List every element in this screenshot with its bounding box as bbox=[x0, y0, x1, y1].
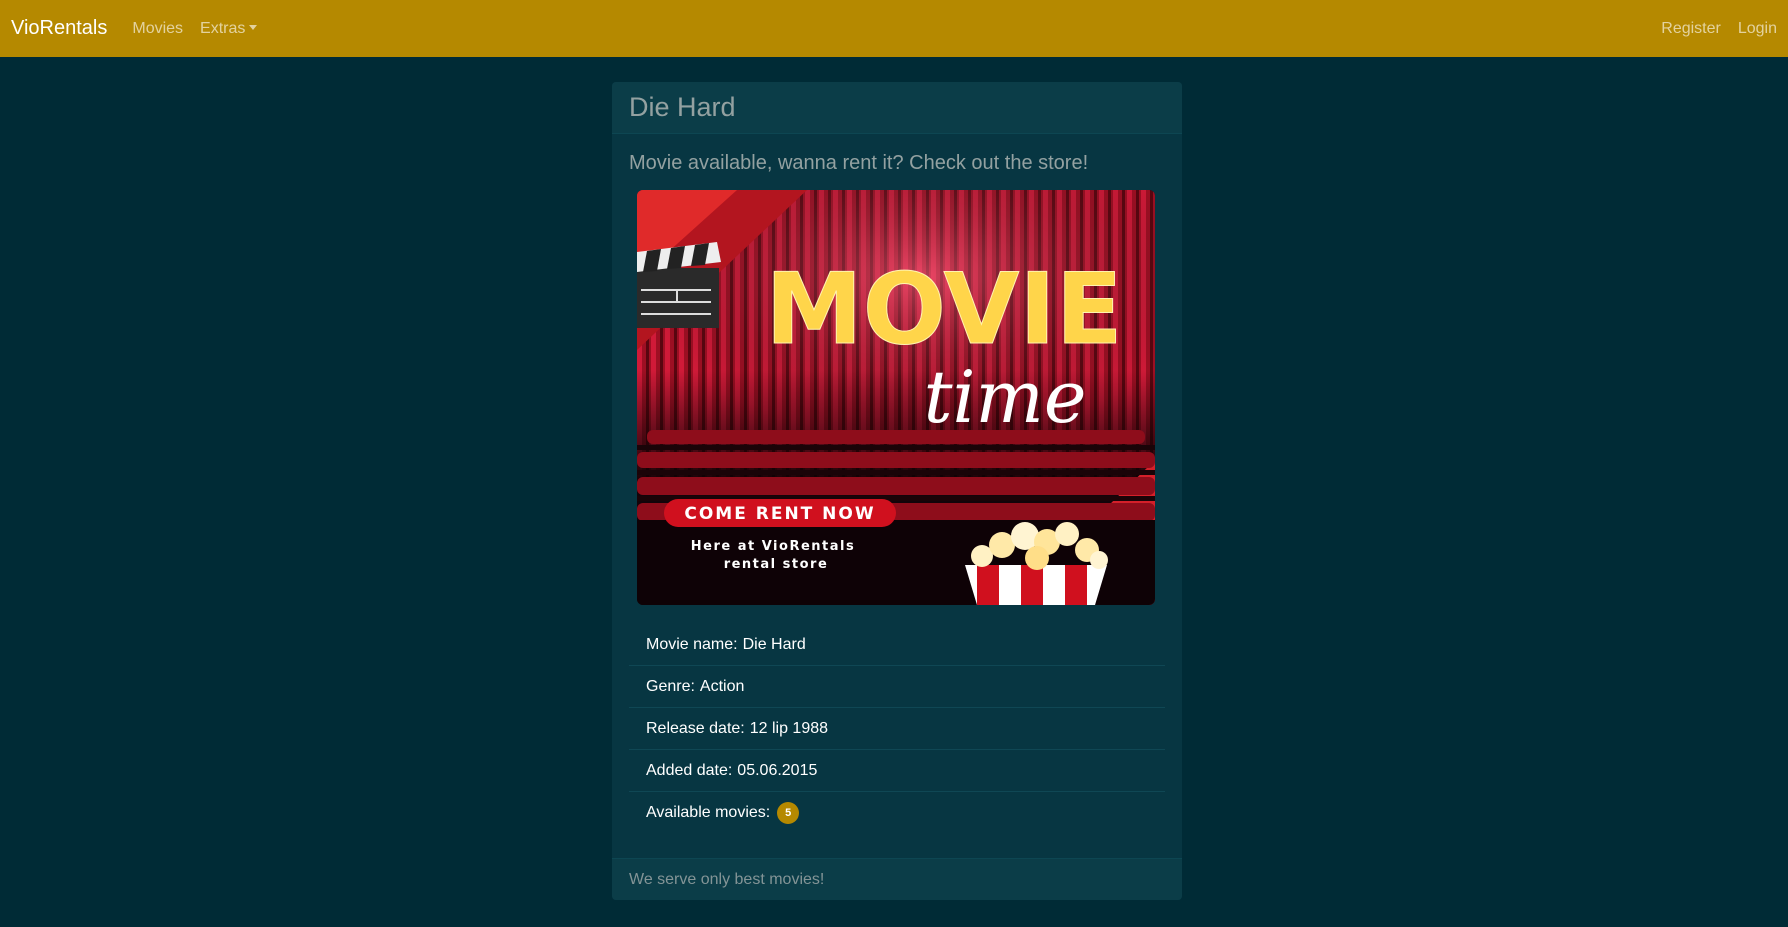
brand-link[interactable]: VioRentals bbox=[11, 17, 107, 40]
card-body: Movie available, wanna rent it? Check ou… bbox=[612, 150, 1182, 834]
nav-extras-label: Extras bbox=[200, 19, 246, 37]
detail-label: Movie name: bbox=[646, 635, 738, 653]
available-count-badge: 5 bbox=[777, 802, 800, 824]
poster-cta: COME RENT NOW bbox=[684, 504, 875, 524]
login-link[interactable]: Login bbox=[1738, 20, 1777, 38]
poster-sub2: rental store bbox=[724, 557, 829, 572]
register-link[interactable]: Register bbox=[1661, 20, 1721, 38]
detail-value: Die Hard bbox=[742, 635, 806, 653]
detail-value: 12 lip 1988 bbox=[749, 719, 829, 737]
availability-message: Movie available, wanna rent it? Check ou… bbox=[629, 152, 1089, 174]
detail-label: Added date: bbox=[646, 761, 733, 779]
movie-card: Die Hard Movie available, wanna rent it?… bbox=[612, 82, 1182, 900]
detail-value: 05.06.2015 bbox=[737, 761, 818, 779]
nav-movies-link[interactable]: Movies bbox=[132, 20, 183, 38]
detail-added-date: Added date: 05.06.2015 bbox=[629, 750, 1165, 792]
card-header: Die Hard bbox=[612, 82, 1182, 134]
detail-movie-name: Movie name: Die Hard bbox=[629, 624, 1165, 666]
nav-right-group: Register Login bbox=[1644, 20, 1777, 38]
detail-value: Action bbox=[699, 677, 745, 695]
detail-release-date: Release date: 12 lip 1988 bbox=[629, 708, 1165, 750]
top-navbar: VioRentals Movies Extras Register Login bbox=[0, 0, 1788, 57]
poster-headline: MOVIE bbox=[765, 253, 1122, 367]
card-footer: We serve only best movies! bbox=[612, 858, 1182, 900]
nav-extras-dropdown[interactable]: Extras bbox=[200, 19, 258, 38]
poster-script: time bbox=[924, 355, 1087, 439]
movie-details-list: Movie name: Die Hard Genre: Action Relea… bbox=[629, 624, 1165, 834]
movie-title: Die Hard bbox=[629, 92, 736, 122]
clapperboard-icon bbox=[637, 242, 721, 328]
detail-genre: Genre: Action bbox=[629, 666, 1165, 708]
caret-down-icon bbox=[249, 24, 258, 30]
poster-sub1: Here at VioRentals bbox=[691, 539, 855, 554]
detail-label: Available movies: bbox=[646, 804, 771, 821]
movie-poster-image: MOVIE time COME RENT NOW Here at VioRent… bbox=[637, 190, 1155, 605]
detail-available-movies: Available movies: 5 bbox=[629, 792, 1165, 834]
detail-label: Genre: bbox=[646, 677, 695, 695]
detail-label: Release date: bbox=[646, 719, 745, 737]
